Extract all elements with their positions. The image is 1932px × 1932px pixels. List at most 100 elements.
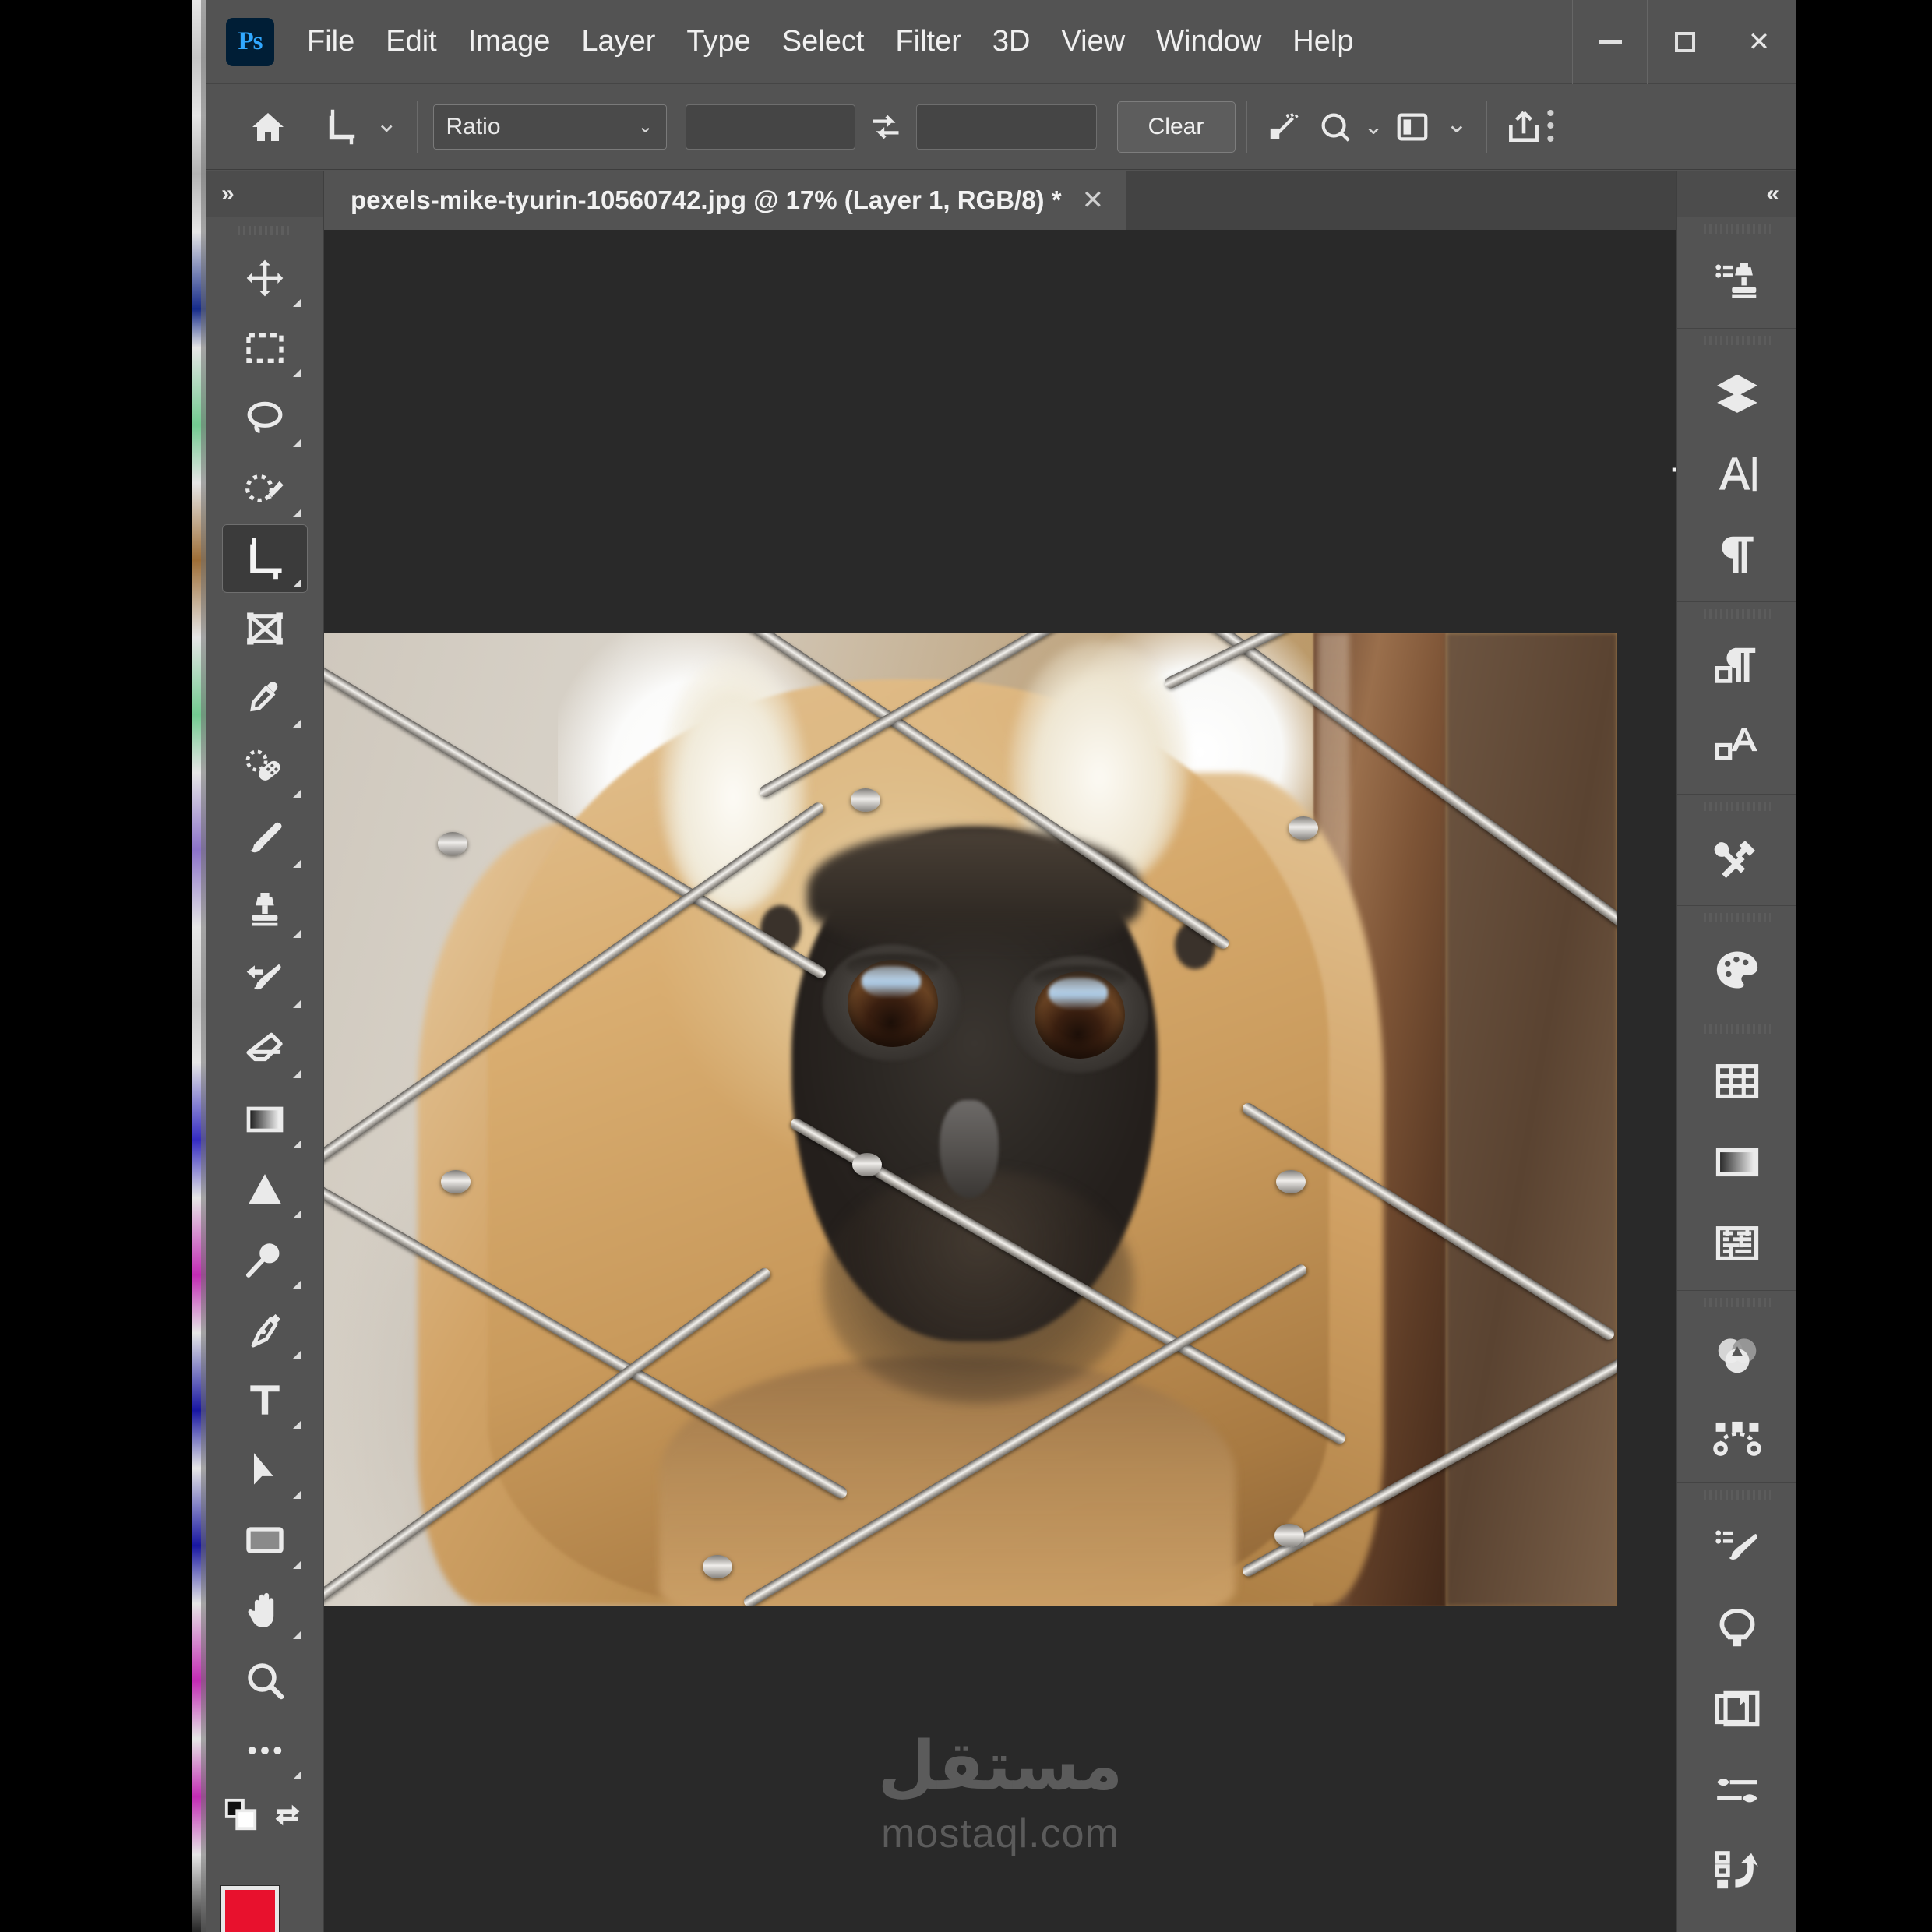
- panel-button-patterns[interactable]: [1694, 1203, 1780, 1284]
- home-icon: [252, 112, 284, 141]
- minimize-button[interactable]: [1572, 0, 1647, 84]
- window-controls: ✕: [1572, 0, 1796, 84]
- panel-group-styles: [1677, 602, 1796, 795]
- panel-button-adjustments[interactable]: [1694, 1314, 1780, 1395]
- tool-horizontal-type[interactable]: [222, 1366, 308, 1434]
- panel-group-handle[interactable]: [1677, 1291, 1796, 1314]
- tool-group-corner-icon: [292, 999, 301, 1008]
- swap-width-height-button[interactable]: [860, 101, 911, 153]
- panel-button-paths[interactable]: [1694, 1395, 1780, 1476]
- tool-frame[interactable]: [222, 594, 308, 663]
- crop-settings-button[interactable]: [1387, 101, 1438, 153]
- menu-item-layer[interactable]: Layer: [566, 20, 671, 63]
- panel-button-gradients[interactable]: [1694, 1122, 1780, 1203]
- toolbar-drag-handle[interactable]: [206, 217, 323, 244]
- menu-item-filter[interactable]: Filter: [880, 20, 976, 63]
- move-tool-icon: [246, 259, 283, 297]
- tool-rectangular-marquee[interactable]: [222, 314, 308, 383]
- panel-button-actions[interactable]: [1694, 1831, 1780, 1912]
- panel-button-character[interactable]: [1694, 433, 1780, 514]
- panels-collapse-button[interactable]: «: [1677, 171, 1796, 217]
- tool-history-brush[interactable]: [222, 945, 308, 1014]
- tool-group-corner-icon: [292, 719, 301, 728]
- default-colors-icon[interactable]: [224, 1797, 259, 1833]
- panel-group-handle[interactable]: [1677, 1483, 1796, 1507]
- panel-group-handle[interactable]: [1677, 217, 1796, 241]
- panel-button-brushes[interactable]: [1694, 1507, 1780, 1588]
- tool-brush[interactable]: [222, 805, 308, 873]
- swatches-panel-icon: [1715, 1064, 1758, 1098]
- menu-item-select[interactable]: Select: [767, 20, 880, 63]
- panel-button-swatches[interactable]: [1694, 1041, 1780, 1122]
- tool-group-corner-icon: [292, 859, 301, 868]
- tool-preset-caret-icon[interactable]: ⌄: [368, 108, 406, 139]
- panel-button-3d[interactable]: [1694, 1912, 1780, 1932]
- tool-edit-toolbar[interactable]: [222, 1716, 308, 1785]
- tool-eyedropper[interactable]: [222, 665, 308, 733]
- image-artboard[interactable]: [324, 633, 1617, 1606]
- tool-hand[interactable]: [222, 1576, 308, 1645]
- settings-caret-icon[interactable]: ⌄: [1438, 108, 1476, 139]
- more-options-icon[interactable]: • • •: [1546, 101, 1555, 150]
- aspect-ratio-select[interactable]: Ratio ⌄: [432, 104, 667, 150]
- toolbar-expand-button[interactable]: »: [206, 171, 323, 217]
- swap-colors-icon[interactable]: [270, 1797, 305, 1833]
- menu-item-3d[interactable]: 3D: [977, 20, 1046, 63]
- menu-item-view[interactable]: View: [1045, 20, 1141, 63]
- panel-button-layers[interactable]: [1694, 352, 1780, 433]
- current-tool-button[interactable]: [316, 101, 368, 153]
- tool-object-selection[interactable]: [222, 454, 308, 523]
- straighten-button[interactable]: [1258, 101, 1310, 153]
- maximize-button[interactable]: [1647, 0, 1722, 84]
- tool-pen[interactable]: [222, 1296, 308, 1364]
- tool-eraser[interactable]: [222, 1015, 308, 1084]
- home-button[interactable]: [242, 101, 294, 153]
- canvas-area[interactable]: مستقل mostaql.com: [324, 230, 1676, 1932]
- menu-item-image[interactable]: Image: [453, 20, 566, 63]
- panel-group-handle[interactable]: [1677, 906, 1796, 929]
- tool-lasso[interactable]: [222, 384, 308, 453]
- panel-button-shapes[interactable]: [1694, 1588, 1780, 1669]
- menu-item-edit[interactable]: Edit: [370, 20, 452, 63]
- gradient-tool-icon: [246, 1106, 283, 1133]
- menu-item-window[interactable]: Window: [1141, 20, 1277, 63]
- crop-width-input[interactable]: [685, 104, 855, 150]
- tool-blur[interactable]: [222, 1155, 308, 1224]
- clear-button[interactable]: Clear: [1116, 100, 1236, 153]
- panel-button-tool-presets[interactable]: [1694, 818, 1780, 899]
- panel-group-handle[interactable]: [1677, 602, 1796, 626]
- tool-group-corner-icon: [292, 1771, 301, 1779]
- document-tab-close-icon[interactable]: ✕: [1082, 185, 1105, 216]
- tool-rectangle[interactable]: [222, 1506, 308, 1574]
- close-button[interactable]: ✕: [1722, 0, 1796, 84]
- tool-move[interactable]: [222, 244, 308, 312]
- panel-group-handle[interactable]: [1677, 795, 1796, 818]
- foreground-color-swatch[interactable]: [221, 1886, 279, 1932]
- tool-clone-stamp[interactable]: [222, 875, 308, 943]
- overlay-caret-icon[interactable]: ⌄: [1361, 113, 1387, 140]
- tool-dodge[interactable]: [222, 1225, 308, 1294]
- menu-item-help[interactable]: Help: [1277, 20, 1369, 63]
- panel-button-brush-settings[interactable]: [1694, 1750, 1780, 1831]
- share-button[interactable]: [1498, 101, 1549, 153]
- panel-button-libraries[interactable]: [1694, 1669, 1780, 1750]
- panel-button-character-styles[interactable]: [1694, 707, 1780, 788]
- dodge-tool-icon: [245, 1243, 279, 1278]
- panel-button-clone-source[interactable]: [1694, 241, 1780, 322]
- panel-button-color[interactable]: [1694, 929, 1780, 1010]
- panel-button-paragraph[interactable]: [1694, 514, 1780, 595]
- overlay-options-button[interactable]: [1310, 101, 1361, 153]
- tool-path-selection[interactable]: [222, 1436, 308, 1504]
- rectangle-tool-icon: [245, 1527, 284, 1553]
- tool-crop[interactable]: [221, 524, 308, 593]
- panel-group-handle[interactable]: [1677, 1017, 1796, 1041]
- tool-gradient[interactable]: [222, 1085, 308, 1154]
- panel-button-paragraph-styles[interactable]: [1694, 626, 1780, 707]
- tool-zoom[interactable]: [222, 1646, 308, 1715]
- tool-spot-healing-brush[interactable]: [222, 735, 308, 803]
- menu-item-file[interactable]: File: [291, 20, 370, 63]
- document-tab[interactable]: pexels-mike-tyurin-10560742.jpg @ 17% (L…: [324, 171, 1127, 230]
- menu-item-type[interactable]: Type: [671, 20, 766, 63]
- panel-group-handle[interactable]: [1677, 329, 1796, 352]
- crop-height-input[interactable]: [915, 104, 1097, 150]
